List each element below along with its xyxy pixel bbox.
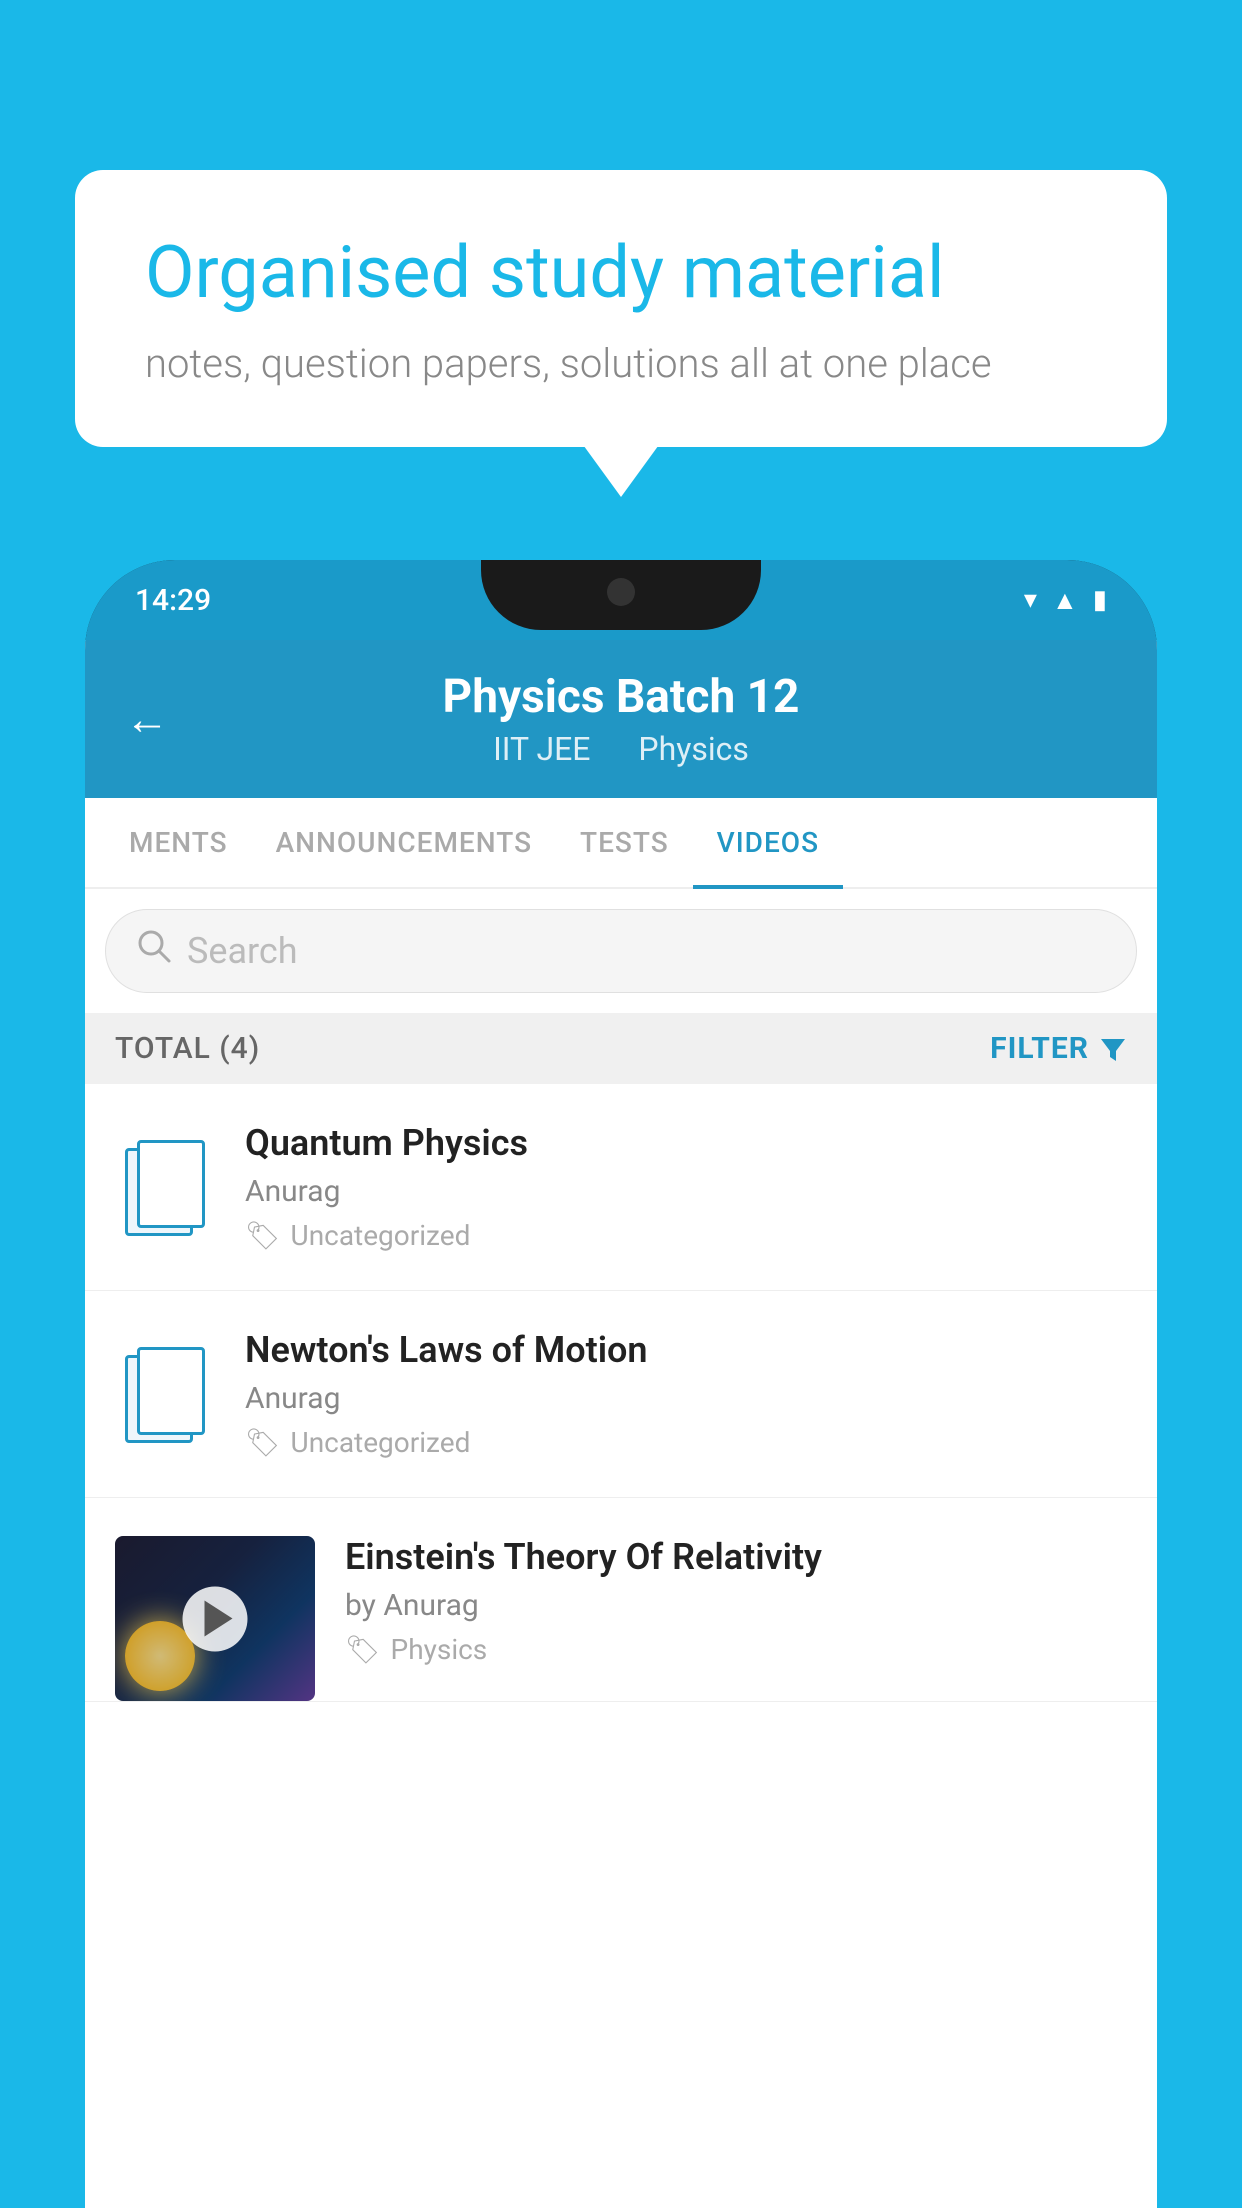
back-button[interactable]: ←	[125, 693, 169, 745]
camera	[607, 578, 635, 606]
tab-announcements[interactable]: ANNOUNCEMENTS	[252, 798, 556, 887]
wifi-icon: ▾	[1024, 585, 1037, 615]
item-author: Anurag	[245, 1381, 1127, 1416]
play-button[interactable]	[183, 1586, 248, 1651]
item-author: Anurag	[245, 1174, 1127, 1209]
total-count: TOTAL (4)	[115, 1031, 260, 1066]
list-item[interactable]: Newton's Laws of Motion Anurag 🏷 Uncateg…	[85, 1291, 1157, 1498]
document-icon	[125, 1140, 205, 1235]
tag-label: Uncategorized	[291, 1219, 471, 1252]
tag-label: Physics	[391, 1633, 488, 1666]
tag-label: Uncategorized	[291, 1426, 471, 1459]
item-title: Einstein's Theory Of Relativity	[345, 1536, 1127, 1578]
play-icon	[204, 1601, 232, 1637]
header-title: Physics Batch 12	[125, 670, 1117, 724]
item-info: Einstein's Theory Of Relativity by Anura…	[345, 1536, 1127, 1666]
item-info: Quantum Physics Anurag 🏷 Uncategorized	[245, 1122, 1127, 1252]
filter-button[interactable]: FILTER	[990, 1031, 1127, 1066]
item-thumbnail	[115, 1137, 215, 1237]
status-bar: 14:29 ▾ ▲ ▮	[85, 560, 1157, 640]
tag-icon: 🏷	[245, 1219, 281, 1252]
tag-icon: 🏷	[345, 1633, 381, 1666]
speech-bubble: Organised study material notes, question…	[75, 170, 1167, 447]
header-tag-iitjee: IIT JEE	[493, 730, 590, 768]
item-info: Newton's Laws of Motion Anurag 🏷 Uncateg…	[245, 1329, 1127, 1459]
list-item[interactable]: Einstein's Theory Of Relativity by Anura…	[85, 1498, 1157, 1702]
phone-screen: ← Physics Batch 12 IIT JEE Physics MENTS…	[85, 640, 1157, 2208]
speech-bubble-subtitle: notes, question papers, solutions all at…	[145, 340, 1097, 387]
list-item[interactable]: Quantum Physics Anurag 🏷 Uncategorized	[85, 1084, 1157, 1291]
tag-icon: 🏷	[245, 1426, 281, 1459]
app-header: ← Physics Batch 12 IIT JEE Physics	[85, 640, 1157, 798]
tab-ments[interactable]: MENTS	[105, 798, 252, 887]
phone-frame: 14:29 ▾ ▲ ▮ ← Physics Batch 12 IIT JEE P…	[85, 560, 1157, 2208]
tab-videos[interactable]: VIDEOS	[693, 798, 843, 887]
item-tag: 🏷 Uncategorized	[245, 1219, 1127, 1252]
search-placeholder: Search	[187, 930, 298, 972]
video-thumbnail-image	[115, 1536, 315, 1701]
status-icons: ▾ ▲ ▮	[1024, 585, 1107, 616]
search-bar[interactable]: Search	[105, 909, 1137, 993]
search-icon	[136, 928, 172, 974]
video-list: Quantum Physics Anurag 🏷 Uncategorized	[85, 1084, 1157, 1702]
item-thumbnail	[115, 1344, 215, 1444]
header-subtitle: IIT JEE Physics	[125, 730, 1117, 768]
battery-icon: ▮	[1093, 585, 1107, 615]
filter-bar: TOTAL (4) FILTER	[85, 1013, 1157, 1084]
speech-bubble-title: Organised study material	[145, 230, 1097, 316]
tab-tests[interactable]: TESTS	[556, 798, 693, 887]
item-title: Newton's Laws of Motion	[245, 1329, 1127, 1371]
signal-icon: ▲	[1052, 585, 1078, 616]
header-tag-physics: Physics	[638, 730, 749, 768]
item-author: by Anurag	[345, 1588, 1127, 1623]
document-icon	[125, 1347, 205, 1442]
item-tag: 🏷 Physics	[345, 1633, 1127, 1666]
status-time: 14:29	[135, 583, 211, 618]
tabs-bar: MENTS ANNOUNCEMENTS TESTS VIDEOS	[85, 798, 1157, 889]
item-tag: 🏷 Uncategorized	[245, 1426, 1127, 1459]
item-title: Quantum Physics	[245, 1122, 1127, 1164]
